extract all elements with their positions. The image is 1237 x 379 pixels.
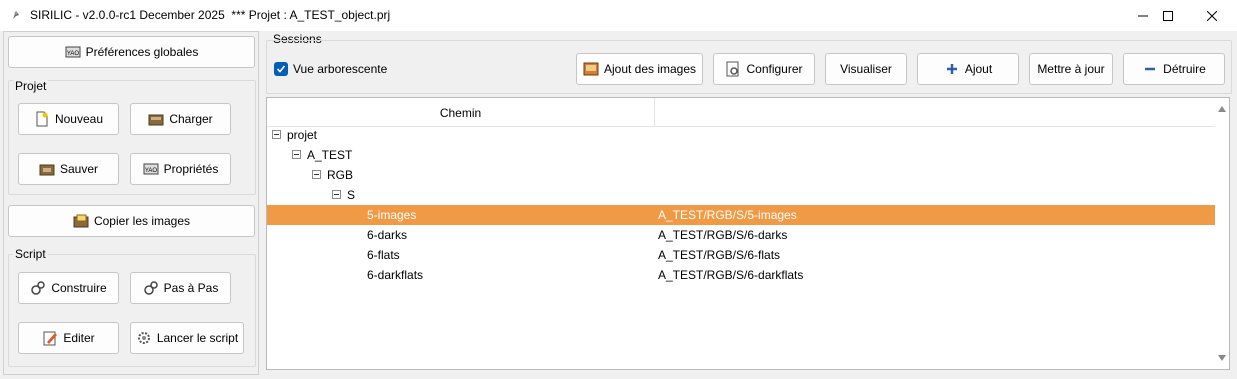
column-header-chemin[interactable]: Chemin — [267, 98, 655, 127]
global-preferences-button[interactable]: YAO Préférences globales — [8, 36, 255, 68]
proprietes-button[interactable]: YAO Propriétés — [130, 153, 231, 185]
charger-label: Charger — [169, 112, 213, 126]
app-icon — [13, 11, 19, 19]
construire-label: Construire — [51, 281, 107, 295]
tree-row-name: 6-darkflats — [367, 268, 424, 282]
mettre-a-jour-label: Mettre à jour — [1037, 62, 1105, 76]
ajout-label: Ajout — [964, 62, 993, 76]
collapse-icon[interactable] — [332, 190, 341, 199]
tree-row-name: A_TEST — [307, 148, 353, 162]
ajout-button[interactable]: Ajout — [917, 53, 1019, 85]
lancer-script-label: Lancer le script — [156, 331, 239, 345]
tree-row-path: A_TEST/RGB/S/6-darkflats — [658, 268, 804, 282]
vertical-scrollbar[interactable] — [1215, 98, 1229, 369]
detruire-button[interactable]: Détruire — [1123, 53, 1225, 85]
tree-row-path: A_TEST/RGB/S/5-images — [658, 208, 797, 222]
collapse-icon[interactable] — [292, 150, 301, 159]
close-button[interactable] — [1189, 0, 1235, 31]
edit-icon — [43, 331, 58, 346]
plus-icon — [946, 64, 957, 74]
editer-label: Editer — [63, 331, 95, 345]
save-icon — [39, 164, 55, 176]
tree-row[interactable]: projet — [267, 125, 1216, 145]
tree-view-label[interactable]: Vue arborescente — [293, 62, 387, 76]
tree-row-name: projet — [287, 128, 318, 142]
detruire-label: Détruire — [1163, 62, 1206, 76]
nouveau-label: Nouveau — [54, 112, 104, 126]
tree-row[interactable]: A_TEST — [267, 145, 1216, 165]
maximize-button[interactable] — [1145, 0, 1191, 31]
tree-row[interactable]: S — [267, 185, 1216, 205]
tree-view-checkbox[interactable] — [274, 62, 288, 76]
sauver-button[interactable]: Sauver — [18, 153, 119, 185]
collapse-icon[interactable] — [312, 170, 321, 179]
pas-a-pas-button[interactable]: Pas à Pas — [130, 272, 231, 304]
collapse-icon[interactable] — [272, 130, 281, 139]
nouveau-button[interactable]: Nouveau — [18, 103, 119, 135]
properties-icon: YAO — [143, 163, 159, 175]
tree-row[interactable]: 6-darks A_TEST/RGB/S/6-darks — [267, 225, 1216, 245]
copier-images-label: Copier les images — [93, 214, 191, 228]
gear-icon — [137, 332, 150, 344]
maximize-icon — [1163, 10, 1173, 21]
tree-row[interactable]: 5-images A_TEST/RGB/S/5-images — [267, 205, 1216, 225]
projet-group-label: Projet — [13, 79, 49, 93]
svg-text:YAO: YAO — [145, 168, 158, 174]
close-icon — [1207, 10, 1217, 21]
new-file-icon — [36, 111, 48, 127]
mettre-a-jour-button[interactable]: Mettre à jour — [1029, 53, 1113, 85]
gears-icon — [31, 281, 46, 295]
tree-row-name: RGB — [327, 168, 354, 182]
ajout-images-button[interactable]: Ajout des images — [576, 53, 703, 85]
copy-images-icon — [73, 214, 89, 228]
global-preferences-label: Préférences globales — [85, 45, 199, 59]
tree-row[interactable]: 6-flats A_TEST/RGB/S/6-flats — [267, 245, 1216, 265]
tree-row-path: A_TEST/RGB/S/6-darks — [658, 228, 788, 242]
configurer-button[interactable]: Configurer — [713, 53, 815, 85]
preferences-icon: YAO — [65, 46, 81, 58]
sessions-tree[interactable]: Chemin projet A_TEST RGB S 5-images A_TEST/RG… — [266, 97, 1230, 370]
tree-row-name: 5-images — [367, 208, 417, 222]
sauver-label: Sauver — [59, 162, 99, 176]
tree-header: Chemin — [267, 98, 1216, 127]
ajout-images-label: Ajout des images — [603, 62, 697, 76]
tree-row[interactable]: 6-darkflats A_TEST/RGB/S/6-darkflats — [267, 265, 1216, 285]
visualiser-button[interactable]: Visualiser — [825, 53, 907, 85]
tree-row-path: A_TEST/RGB/S/6-flats — [658, 248, 781, 262]
lancer-script-button[interactable]: Lancer le script — [130, 322, 244, 354]
add-images-icon — [583, 62, 599, 76]
title-bar: SIRILIC - v2.0.0-rc1 December 2025 *** P… — [0, 0, 1237, 31]
tree-row[interactable]: RGB — [267, 165, 1216, 185]
visualiser-label: Visualiser — [840, 62, 892, 76]
editer-button[interactable]: Editer — [18, 322, 119, 354]
script-group-label: Script — [13, 247, 48, 261]
proprietes-label: Propriétés — [163, 162, 219, 176]
construire-button[interactable]: Construire — [18, 272, 119, 304]
tree-row-name: 6-flats — [367, 248, 400, 262]
scroll-down-icon[interactable] — [1218, 355, 1226, 361]
column-header-chemin-label: Chemin — [439, 105, 482, 120]
pas-a-pas-label: Pas à Pas — [163, 281, 219, 295]
checkmark-icon — [276, 65, 286, 73]
charger-button[interactable]: Charger — [130, 103, 231, 135]
svg-text:YAO: YAO — [67, 51, 80, 57]
gears-step-icon — [143, 281, 158, 295]
copier-images-button[interactable]: Copier les images — [8, 205, 255, 237]
window-title: SIRILIC - v2.0.0-rc1 December 2025 *** P… — [30, 8, 391, 22]
scroll-up-icon[interactable] — [1218, 106, 1226, 112]
tree-row-name: S — [347, 188, 356, 202]
configure-icon — [726, 61, 739, 77]
open-folder-icon — [148, 114, 164, 126]
configurer-label: Configurer — [746, 62, 803, 76]
tree-row-name: 6-darks — [367, 228, 408, 242]
minus-icon — [1145, 67, 1156, 71]
